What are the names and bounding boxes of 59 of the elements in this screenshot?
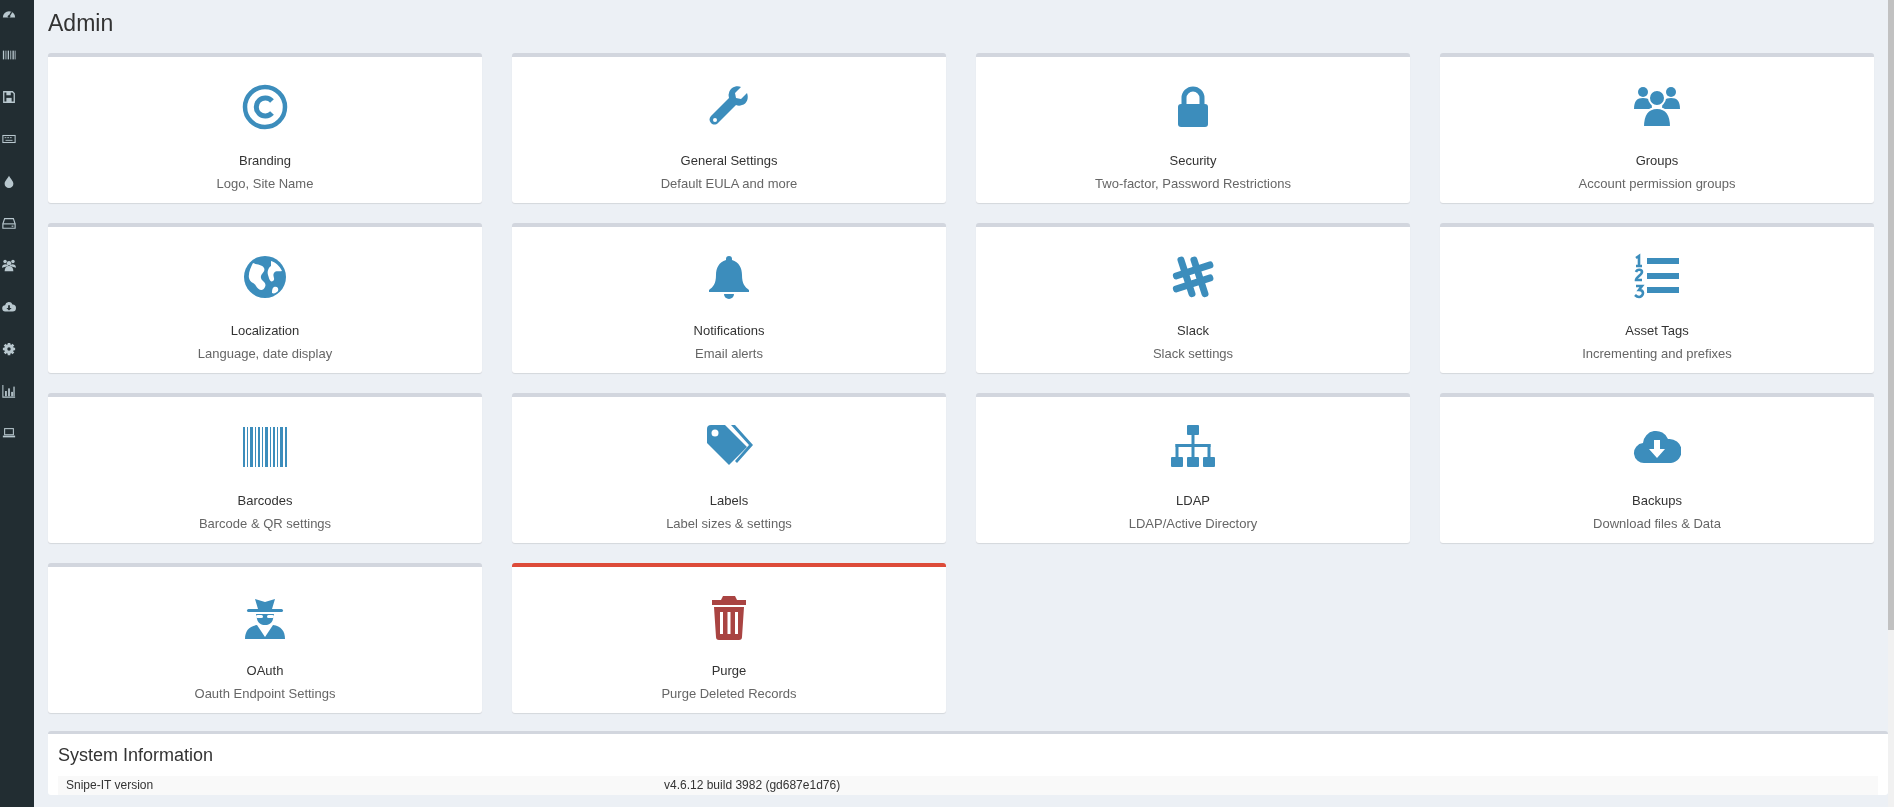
scrollbar[interactable] xyxy=(1888,0,1894,807)
card-title: LDAP xyxy=(1176,493,1210,509)
card-subtitle: Incrementing and prefixes xyxy=(1582,346,1732,362)
card-title: Groups xyxy=(1635,153,1679,169)
cloud-download-icon[interactable] xyxy=(2,300,16,314)
card-subtitle: Logo, Site Name xyxy=(216,176,314,192)
settings-card[interactable]: Groups Account permission groups xyxy=(1440,53,1874,203)
card-subtitle: Default EULA and more xyxy=(660,176,798,192)
drop-icon[interactable] xyxy=(2,174,16,188)
table-cell-text: Snipe-IT version xyxy=(65,777,155,794)
card-title: Backups xyxy=(1632,493,1682,509)
settings-card[interactable]: OAuth Oauth Endpoint Settings xyxy=(48,563,482,713)
card-title: OAuth xyxy=(246,663,284,679)
card-subtitle: Email alerts xyxy=(695,346,763,362)
settings-card[interactable]: Localization Language, date display xyxy=(48,223,482,373)
card-subtitle: Purge Deleted Records xyxy=(661,686,797,702)
card-title: Branding xyxy=(238,153,291,169)
card-subtitle: Oauth Endpoint Settings xyxy=(194,686,336,702)
table-cell-text: v4.6.12 build 3982 (gd687e1d76) xyxy=(663,777,842,794)
page-title: Admin xyxy=(48,9,114,37)
card-title: Notifications xyxy=(693,323,765,339)
panel-title: System Information xyxy=(58,744,215,767)
card-title: Localization xyxy=(230,323,300,339)
card-subtitle: Barcode & QR settings xyxy=(198,516,332,532)
bar-chart-icon[interactable] xyxy=(2,384,16,398)
card-subtitle: Slack settings xyxy=(1152,346,1234,362)
card-title: Barcodes xyxy=(237,493,293,509)
settings-card[interactable]: LDAP LDAP/Active Directory xyxy=(976,393,1410,543)
numbered-list-icon xyxy=(1633,253,1681,301)
card-title: General Settings xyxy=(680,153,778,169)
card-subtitle: Two-factor, Password Restrictions xyxy=(1095,176,1291,192)
card-title: Slack xyxy=(1177,323,1209,339)
barcode-icon[interactable] xyxy=(2,48,16,62)
copyright-icon xyxy=(241,83,289,131)
keyboard-icon[interactable] xyxy=(2,132,16,146)
settings-card[interactable]: Slack Slack settings xyxy=(976,223,1410,373)
settings-card[interactable]: General Settings Default EULA and more xyxy=(512,53,946,203)
card-title: Purge xyxy=(711,663,747,679)
settings-card[interactable]: Barcodes Barcode & QR settings xyxy=(48,393,482,543)
card-subtitle: Account permission groups xyxy=(1578,176,1736,192)
hard-drive-icon[interactable] xyxy=(2,216,16,230)
card-title: Labels xyxy=(709,493,749,509)
settings-card[interactable]: Security Two-factor, Password Restrictions xyxy=(976,53,1410,203)
settings-card[interactable]: Backups Download files & Data xyxy=(1440,393,1874,543)
settings-card[interactable]: Asset Tags Incrementing and prefixes xyxy=(1440,223,1874,373)
settings-card[interactable]: Purge Purge Deleted Records xyxy=(512,563,946,713)
card-subtitle: Language, date display xyxy=(197,346,333,362)
globe-icon xyxy=(241,253,289,301)
card-title: Asset Tags xyxy=(1625,323,1689,339)
card-title: Security xyxy=(1169,153,1217,169)
card-subtitle: Download files & Data xyxy=(1593,516,1721,532)
gear-icon[interactable] xyxy=(2,342,16,356)
card-subtitle: LDAP/Active Directory xyxy=(1128,516,1258,532)
card-subtitle: Label sizes & settings xyxy=(666,516,792,532)
settings-card[interactable]: Notifications Email alerts xyxy=(512,223,946,373)
settings-card[interactable]: Labels Label sizes & settings xyxy=(512,393,946,543)
settings-card[interactable]: Branding Logo, Site Name xyxy=(48,53,482,203)
laptop-icon[interactable] xyxy=(2,426,16,440)
users-icon[interactable] xyxy=(2,258,16,272)
